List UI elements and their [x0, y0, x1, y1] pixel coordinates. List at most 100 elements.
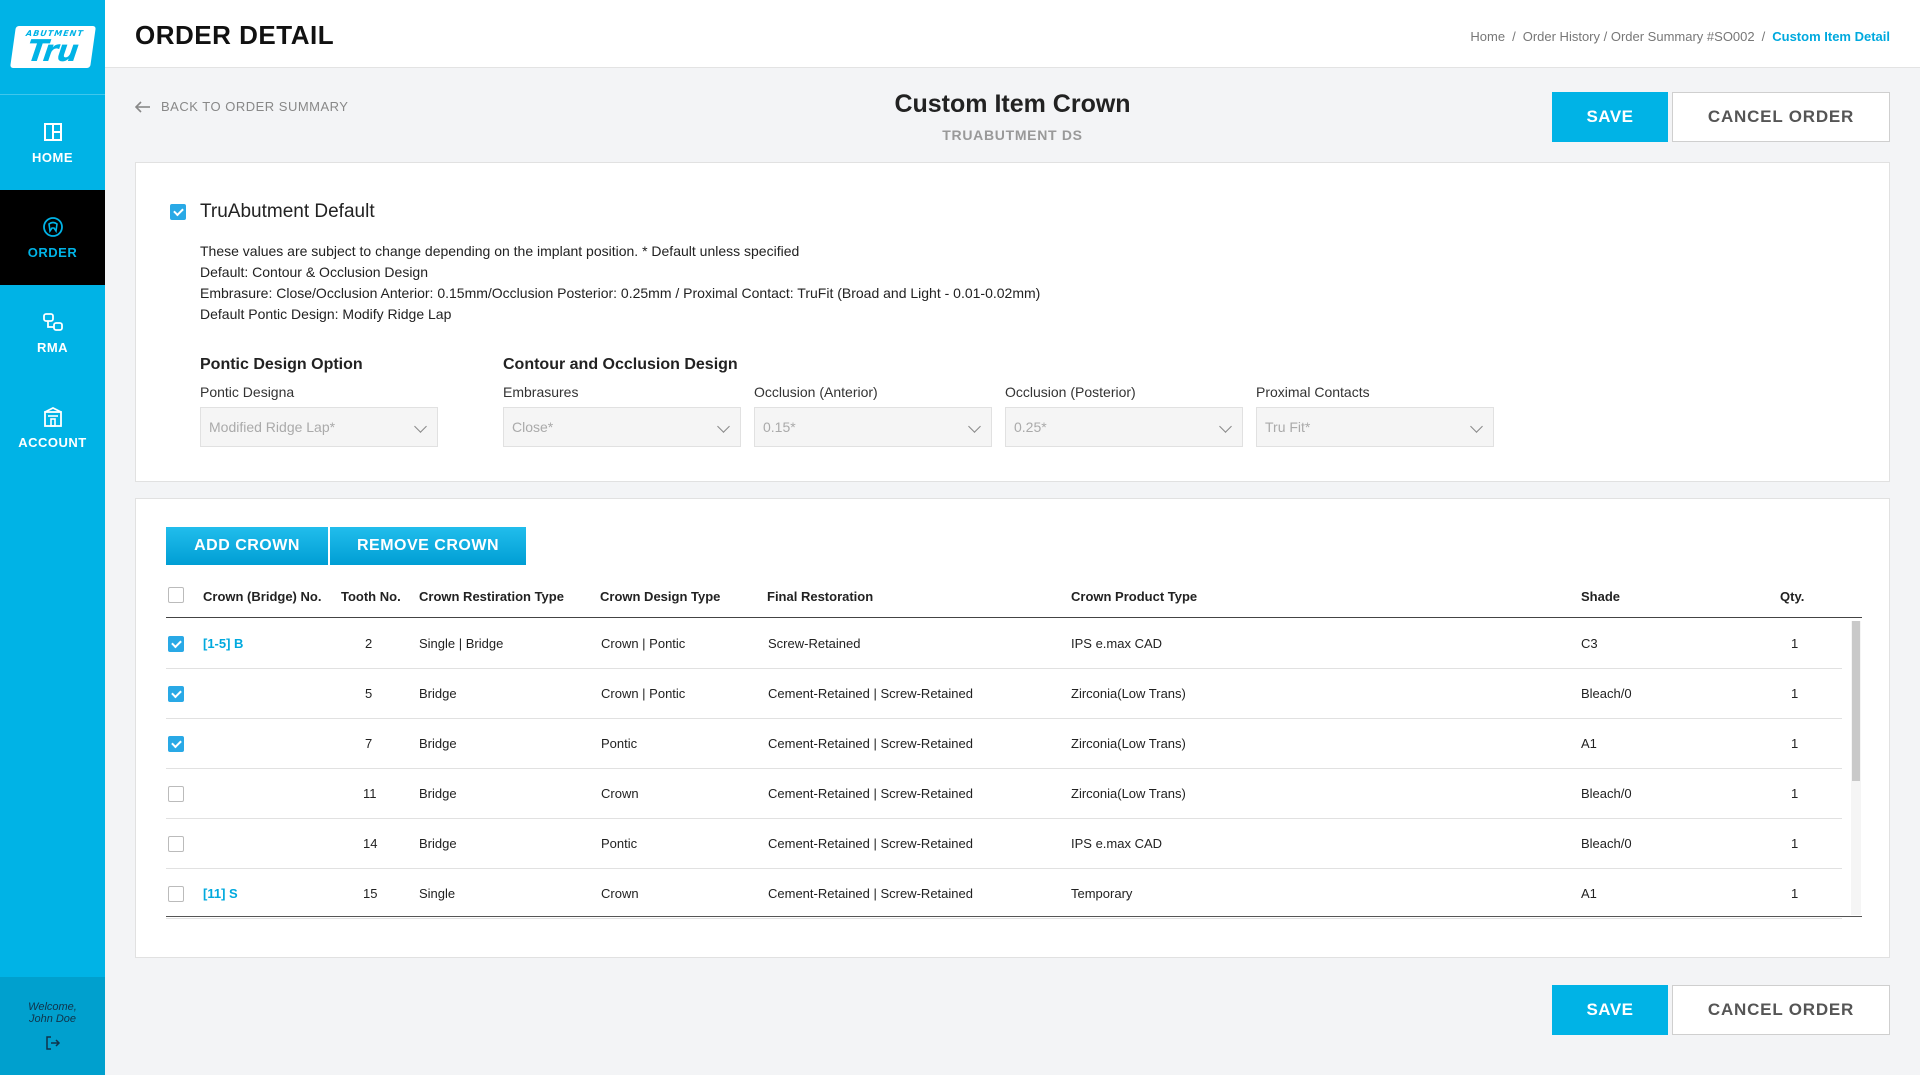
- remove-crown-button[interactable]: REMOVE CROWN: [330, 527, 526, 565]
- item-subtitle: TRUABUTMENT DS: [942, 127, 1083, 143]
- bridge-number-link[interactable]: [1-5] B: [203, 636, 243, 651]
- welcome-text: Welcome,: [28, 1001, 77, 1013]
- truabutment-default-checkbox[interactable]: [170, 204, 186, 220]
- tooth-icon: [42, 216, 63, 237]
- nav-rma-label: RMA: [36, 339, 69, 355]
- truabutment-default-label: TruAbutment Default: [200, 201, 375, 222]
- product-type: Zirconia(Low Trans): [1071, 786, 1186, 801]
- defaults-notes: These values are subject to change depen…: [200, 241, 1040, 325]
- occlusion-anterior-value: 0.15*: [763, 419, 796, 435]
- product-type: Zirconia(Low Trans): [1071, 736, 1186, 751]
- table-row[interactable]: 11 Bridge Crown Cement-Retained | Screw-…: [166, 769, 1842, 819]
- header: ORDER DETAIL Home / Order History / Order …: [105, 0, 1920, 68]
- shade: A1: [1581, 886, 1597, 901]
- user-name: John Doe: [28, 1013, 77, 1025]
- column-header: Shade: [1581, 589, 1621, 604]
- table-row[interactable]: 14 Bridge Pontic Cement-Retained | Screw…: [166, 819, 1842, 869]
- breadcrumb: Home / Order History / Order Summary #SO00…: [1470, 29, 1890, 44]
- note-line: Embrasure: Close/Occlusion Anterior: 0.1…: [200, 285, 1041, 301]
- home-icon: [43, 122, 62, 141]
- table-row[interactable]: 5 Bridge Crown | Pontic Cement-Retained …: [166, 669, 1842, 719]
- nav-home[interactable]: HOME: [0, 95, 105, 190]
- save-button-bottom[interactable]: SAVE: [1552, 985, 1668, 1035]
- add-crown-button[interactable]: ADD CROWN: [166, 527, 328, 565]
- product-type: IPS e.max CAD: [1071, 836, 1163, 851]
- tooth-number: 14: [363, 836, 378, 851]
- nav-home-label: HOME: [32, 149, 73, 165]
- logout-icon[interactable]: [45, 1035, 61, 1051]
- row-checkbox[interactable]: [168, 786, 184, 802]
- back-to-order-summary-link[interactable]: BACK TO ORDER SUMMARY: [135, 99, 348, 114]
- table-row[interactable]: [1-5] B 2 Single | Bridge Crown | Pontic…: [166, 619, 1842, 669]
- breadcrumb-current: Custom Item Detail: [1772, 29, 1890, 44]
- tooth-number: 2: [365, 636, 373, 651]
- back-link-label: BACK TO ORDER SUMMARY: [161, 99, 349, 114]
- tooth-number: 15: [363, 886, 378, 901]
- row-checkbox[interactable]: [168, 886, 184, 902]
- cancel-order-button-top[interactable]: CANCEL ORDER: [1672, 92, 1890, 142]
- chevron-down-icon: [1470, 420, 1483, 433]
- design-type: Crown: [601, 886, 639, 901]
- final-restoration: Cement-Retained | Screw-Retained: [768, 786, 973, 801]
- table-row[interactable]: [11] S 15 Single Crown Cement-Retained |…: [166, 869, 1842, 919]
- occlusion-anterior-select[interactable]: 0.15*: [754, 407, 992, 447]
- final-restoration: Cement-Retained | Screw-Retained: [768, 886, 973, 901]
- table-row[interactable]: 7 Bridge Pontic Cement-Retained | Screw-…: [166, 719, 1842, 769]
- sidebar: ABUTMENT Tru HOME ORDER RMA ACCOUNT Welc…: [0, 0, 105, 1075]
- item-title: Custom Item Crown: [894, 90, 1131, 118]
- building-icon: [43, 406, 62, 427]
- embrasures-label: Embrasures: [503, 384, 579, 400]
- nav-account-label: ACCOUNT: [18, 434, 87, 450]
- crowns-card: ADD CROWN REMOVE CROWN Crown (Bridge) No…: [135, 498, 1890, 958]
- table-header: Crown (Bridge) No. Tooth No. Crown Resti…: [166, 575, 1862, 618]
- quantity: 1: [1791, 786, 1799, 801]
- design-type: Pontic: [601, 836, 638, 851]
- restoration-type: Bridge: [419, 736, 457, 751]
- embrasures-select[interactable]: Close*: [503, 407, 741, 447]
- column-header: Crown Restiration Type: [419, 589, 564, 604]
- nav-order[interactable]: ORDER: [0, 190, 105, 285]
- shade: Bleach/0: [1581, 836, 1632, 851]
- column-header: Crown Product Type: [1071, 589, 1198, 604]
- logo-big-text: Tru: [24, 33, 80, 69]
- occlusion-anterior-label: Occlusion (Anterior): [754, 384, 878, 400]
- tooth-number: 5: [365, 686, 373, 701]
- bridge-number-link[interactable]: [11] S: [203, 886, 238, 901]
- proximal-contacts-select[interactable]: Tru Fit*: [1256, 407, 1494, 447]
- restoration-type: Single: [419, 886, 456, 901]
- tooth-number: 11: [363, 786, 377, 801]
- nav-account[interactable]: ACCOUNT: [0, 380, 105, 475]
- occlusion-posterior-value: 0.25*: [1014, 419, 1047, 435]
- shade: Bleach/0: [1581, 686, 1632, 701]
- breadcrumb-home[interactable]: Home: [1470, 29, 1505, 44]
- arrow-left-icon: [135, 100, 150, 113]
- save-button-top[interactable]: SAVE: [1552, 92, 1668, 142]
- final-restoration: Cement-Retained | Screw-Retained: [768, 836, 973, 851]
- chevron-down-icon: [968, 420, 981, 433]
- shade: C3: [1581, 636, 1598, 651]
- final-restoration: Cement-Retained | Screw-Retained: [768, 736, 973, 751]
- pontic-group-title: Pontic Design Option: [200, 356, 363, 373]
- page-title: ORDER DETAIL: [135, 20, 335, 50]
- nav-rma[interactable]: RMA: [0, 285, 105, 380]
- select-all-checkbox[interactable]: [168, 587, 184, 603]
- occlusion-posterior-select[interactable]: 0.25*: [1005, 407, 1243, 447]
- row-checkbox[interactable]: [168, 686, 184, 702]
- row-checkbox[interactable]: [168, 636, 184, 652]
- table-scrollbar-thumb[interactable]: [1852, 621, 1860, 781]
- welcome-panel: Welcome, John Doe: [0, 977, 105, 1075]
- pontic-design-select[interactable]: Modified Ridge Lap*: [200, 407, 438, 447]
- pontic-design-value: Modified Ridge Lap*: [209, 419, 336, 435]
- breadcrumb-order-history[interactable]: Order History / Order Summary #SO002: [1523, 29, 1755, 44]
- column-header: Tooth No.: [341, 589, 401, 604]
- embrasures-value: Close*: [512, 419, 554, 435]
- logo[interactable]: ABUTMENT Tru: [0, 0, 105, 95]
- row-checkbox[interactable]: [168, 836, 184, 852]
- quantity: 1: [1791, 836, 1799, 851]
- cancel-order-button-bottom[interactable]: CANCEL ORDER: [1672, 985, 1890, 1035]
- row-checkbox[interactable]: [168, 736, 184, 752]
- shade: Bleach/0: [1581, 786, 1632, 801]
- chevron-down-icon: [1219, 420, 1232, 433]
- final-restoration: Screw-Retained: [768, 636, 861, 651]
- column-header: Final Restoration: [767, 589, 874, 604]
